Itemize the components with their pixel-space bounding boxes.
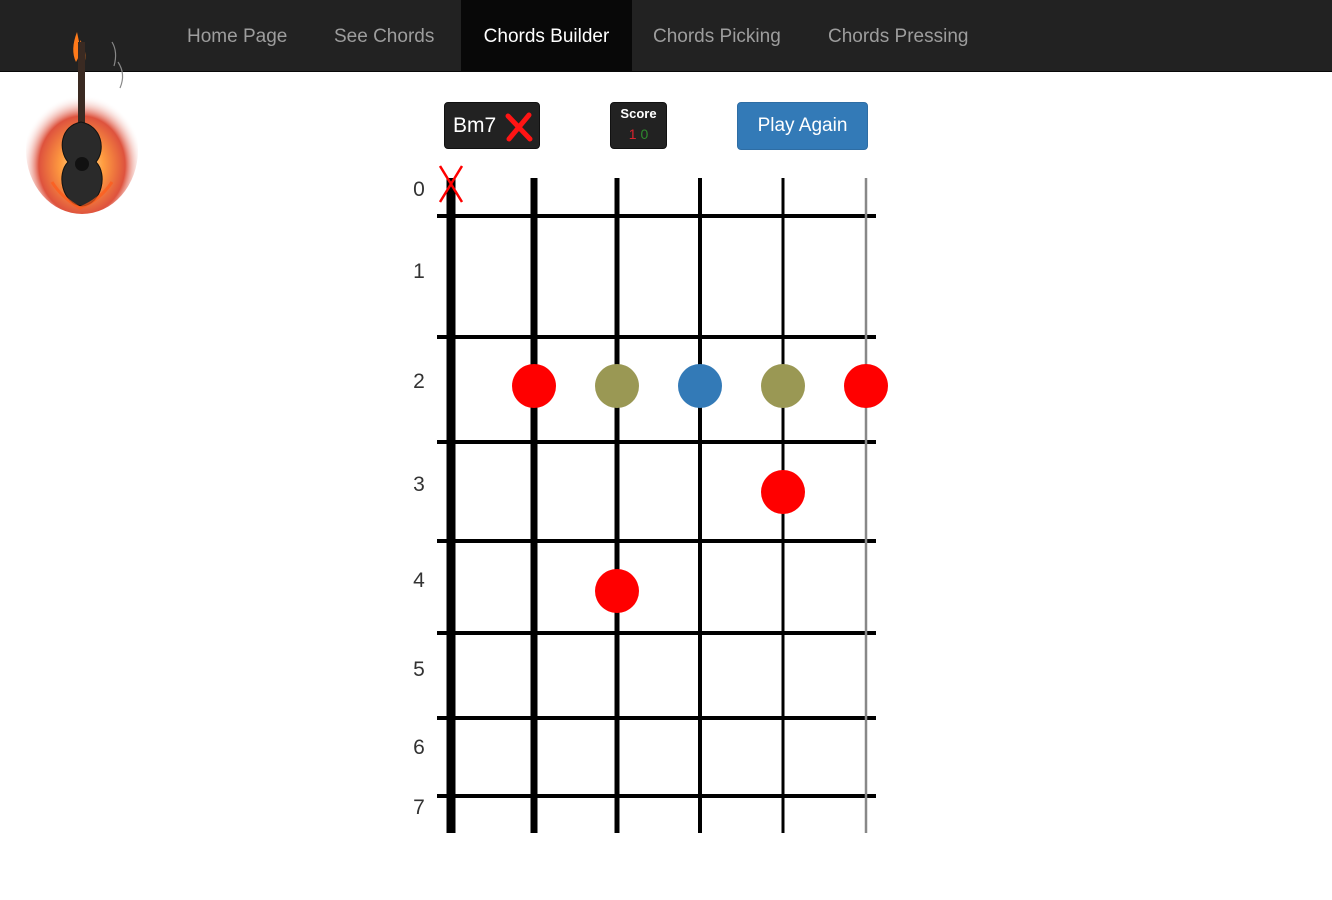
score-box: Score 10 xyxy=(610,102,667,149)
fret-number-label: 3 xyxy=(413,473,425,496)
chord-name: Bm7 xyxy=(453,114,497,137)
nav-chords-picking[interactable]: Chords Picking xyxy=(653,0,781,72)
finger-dot[interactable] xyxy=(844,364,888,408)
score-values: 10 xyxy=(611,126,666,142)
nav-chords-builder[interactable]: Chords Builder xyxy=(461,0,632,72)
nav-see-chords[interactable]: See Chords xyxy=(334,0,434,72)
fret-number-label: 2 xyxy=(413,370,425,393)
muted-string-x-icon[interactable] xyxy=(438,165,464,203)
finger-dot[interactable] xyxy=(595,569,639,613)
top-navbar: Home Page See Chords Chords Builder Chor… xyxy=(0,0,1332,72)
fret-number-label: 4 xyxy=(413,569,425,592)
finger-dot[interactable] xyxy=(678,364,722,408)
fret-number-label: 0 xyxy=(413,178,425,201)
score-right-count: 0 xyxy=(640,126,649,142)
wrong-x-icon xyxy=(505,112,533,142)
finger-dot[interactable] xyxy=(512,364,556,408)
fret-number-label: 7 xyxy=(413,796,425,819)
fret-number-label: 1 xyxy=(413,260,425,283)
score-wrong-count: 1 xyxy=(628,126,637,142)
nav-chords-pressing[interactable]: Chords Pressing xyxy=(828,0,968,72)
nav-home-page[interactable]: Home Page xyxy=(187,0,287,72)
flaming-guitar-logo[interactable] xyxy=(22,22,144,218)
finger-dot[interactable] xyxy=(595,364,639,408)
chord-name-badge: Bm7 xyxy=(444,102,540,149)
finger-dot[interactable] xyxy=(761,364,805,408)
finger-dot[interactable] xyxy=(761,470,805,514)
score-label: Score xyxy=(620,106,657,121)
fret-number-label: 5 xyxy=(413,658,425,681)
fret-number-label: 6 xyxy=(413,736,425,759)
play-again-button[interactable]: Play Again xyxy=(737,102,868,150)
